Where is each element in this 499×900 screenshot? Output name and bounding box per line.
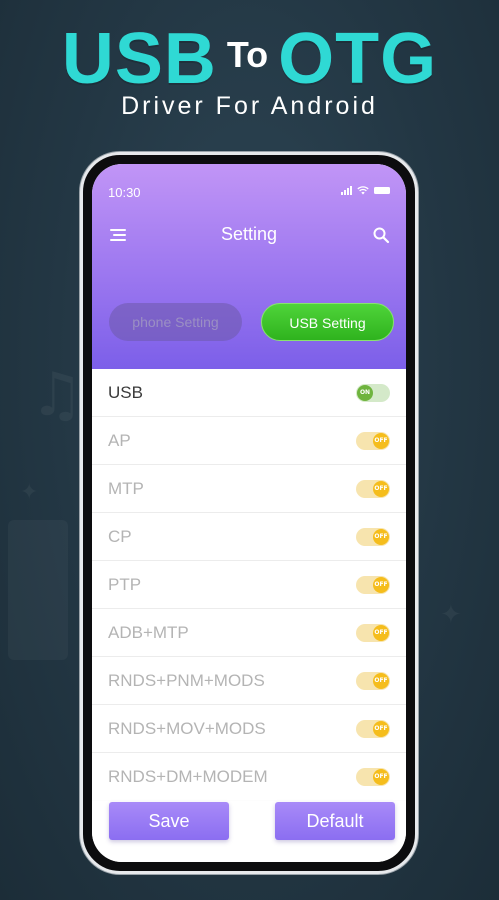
setting-label: AP (108, 431, 131, 450)
setting-label: RNDS+DM+MODEM (108, 767, 268, 786)
promo-title-usb: USB (61, 19, 217, 99)
setting-label: ADB+MTP (108, 623, 189, 642)
toggle-switch[interactable]: ON (356, 384, 390, 402)
save-button[interactable]: Save (109, 802, 229, 840)
toggle-switch[interactable]: OFF (356, 528, 390, 546)
card-shape (8, 520, 68, 660)
list-item: USB ON (92, 369, 406, 417)
default-button[interactable]: Default (275, 802, 395, 840)
toggle-switch[interactable]: OFF (356, 624, 390, 642)
setting-label: MTP (108, 479, 144, 498)
battery-icon (374, 186, 390, 194)
toggle-switch[interactable]: OFF (356, 576, 390, 594)
list-item: CP OFF (92, 513, 406, 561)
setting-label: CP (108, 527, 132, 546)
list-item: PTP OFF (92, 561, 406, 609)
settings-list: USB ON AP OFF MTP OFF CP OFF PTP OFF ADB… (92, 369, 406, 801)
list-item: RNDS+MOV+MODS OFF (92, 705, 406, 753)
toggle-state: OFF (373, 769, 389, 785)
toggle-state: OFF (373, 673, 389, 689)
status-bar: 10:30 (92, 164, 406, 208)
tab-phone-setting[interactable]: phone Setting (109, 303, 242, 341)
status-time: 10:30 (108, 185, 141, 200)
promo-headline: USB To OTG (0, 18, 499, 100)
toggle-switch[interactable]: OFF (356, 432, 390, 450)
status-icons (341, 185, 390, 195)
toggle-state: OFF (373, 481, 389, 497)
search-icon[interactable] (372, 226, 390, 244)
toggle-state: OFF (373, 625, 389, 641)
toggle-state: ON (357, 385, 373, 401)
wifi-icon (357, 185, 369, 194)
promo-title-otg: OTG (278, 19, 438, 99)
toggle-state: OFF (373, 577, 389, 593)
list-item: ADB+MTP OFF (92, 609, 406, 657)
phone-frame: 10:30 Setting phone Setting USB Setting … (80, 152, 418, 874)
app-header: 10:30 Setting phone Setting USB Setting (92, 164, 406, 369)
tab-usb-setting[interactable]: USB Setting (261, 303, 394, 341)
list-item: MTP OFF (92, 465, 406, 513)
bottom-action-bar: Save Default (92, 792, 406, 862)
sparkle-icon: ✦ (20, 480, 39, 505)
phone-screen: 10:30 Setting phone Setting USB Setting … (92, 164, 406, 862)
setting-label: USB (108, 383, 143, 402)
toggle-switch[interactable]: OFF (356, 480, 390, 498)
toggle-state: OFF (373, 529, 389, 545)
signal-icon (341, 185, 352, 195)
toggle-switch[interactable]: OFF (356, 720, 390, 738)
setting-label: PTP (108, 575, 142, 594)
list-item: AP OFF (92, 417, 406, 465)
setting-label: RNDS+MOV+MODS (108, 719, 266, 738)
promo-subtitle: Driver For Android (121, 92, 378, 120)
music-note-icon: ♫ (30, 360, 84, 430)
sparkle-icon: ✦ (440, 600, 462, 630)
toggle-state: OFF (373, 433, 389, 449)
toggle-switch[interactable]: OFF (356, 768, 390, 786)
settings-tabs: phone Setting USB Setting (92, 303, 406, 343)
page-title: Setting (220, 224, 278, 244)
setting-label: RNDS+PNM+MODS (108, 671, 265, 690)
promo-title-to: To (226, 34, 269, 75)
top-app-bar: Setting (92, 220, 406, 250)
list-item: RNDS+PNM+MODS OFF (92, 657, 406, 705)
toggle-switch[interactable]: OFF (356, 672, 390, 690)
toggle-state: OFF (373, 721, 389, 737)
